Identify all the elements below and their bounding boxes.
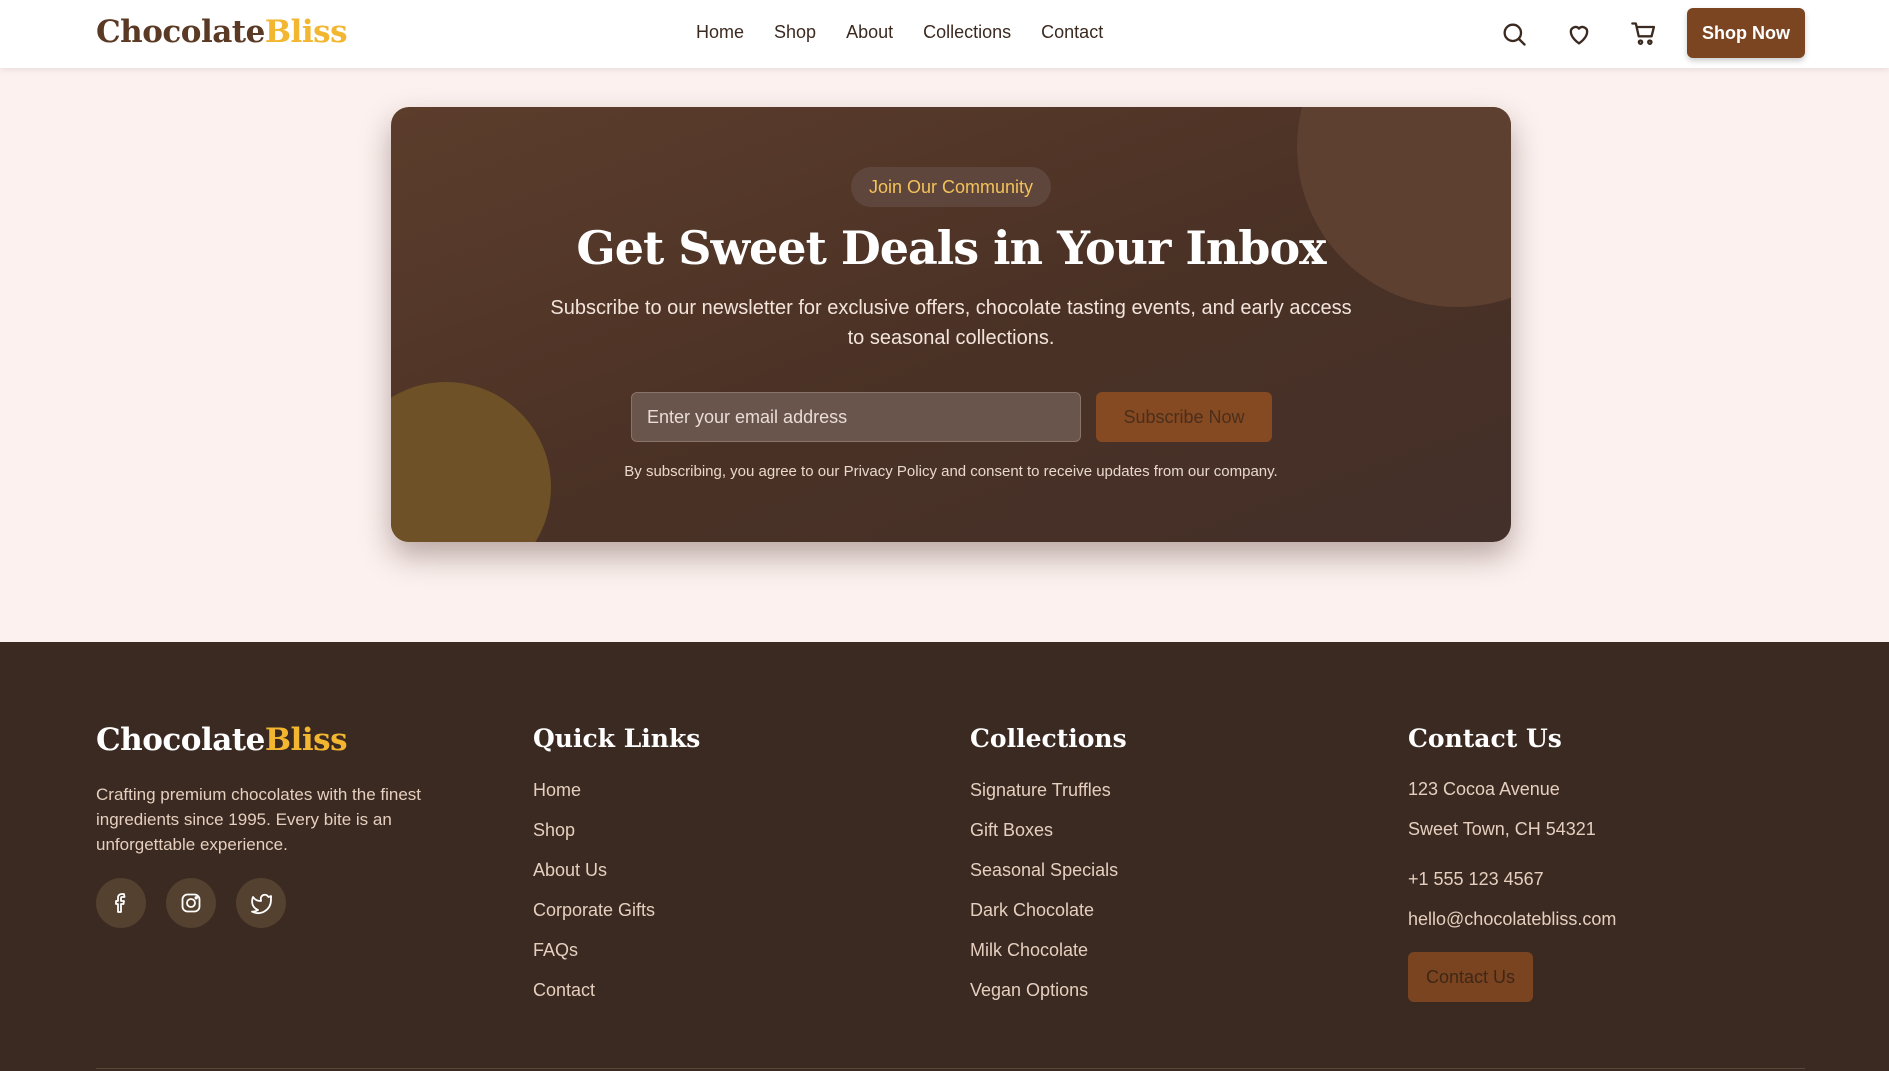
site-header: ChocolateBliss Home Shop About Collectio… [0,0,1889,68]
privacy-notice: By subscribing, you agree to our Privacy… [624,463,1278,480]
nav-link-shop[interactable]: Shop [774,22,816,43]
instagram-icon[interactable] [166,878,216,928]
community-badge: Join Our Community [851,167,1051,207]
nav-link-collections[interactable]: Collections [923,22,1011,43]
logo-text-chocolate: Chocolate [96,14,265,50]
footer-logo-text-chocolate: Chocolate [96,722,265,758]
contact-phone[interactable]: +1 555 123 4567 [1408,869,1544,890]
decorative-circle-bottom [391,382,551,542]
email-placeholder: Enter your email address [647,406,848,427]
footer-link-shop[interactable]: Shop [533,820,655,860]
collections-list: Signature Truffles Gift Boxes Seasonal S… [970,780,1118,1020]
search-icon[interactable] [1500,20,1528,48]
email-input[interactable]: Enter your email address [631,392,1081,442]
address-line-1: 123 Cocoa Avenue [1408,779,1560,799]
address-line-2: Sweet Town, CH 54321 [1408,819,1596,839]
footer-link-vegan-options[interactable]: Vegan Options [970,980,1118,1020]
footer-description: Crafting premium chocolates with the fin… [96,785,422,854]
main-nav: Home Shop About Collections Contact [696,22,1103,43]
footer-link-dark-chocolate[interactable]: Dark Chocolate [970,900,1118,940]
nav-link-contact[interactable]: Contact [1041,22,1103,43]
footer-logo[interactable]: ChocolateBliss [96,722,348,758]
nav-link-about[interactable]: About [846,22,893,43]
logo-text-bliss: Bliss [264,14,348,50]
footer-link-milk-chocolate[interactable]: Milk Chocolate [970,940,1118,980]
footer-divider [96,1068,1805,1069]
footer-link-corporate-gifts[interactable]: Corporate Gifts [533,900,655,940]
footer-logo-text-bliss: Bliss [264,722,348,758]
decorative-circle-top [1297,107,1511,307]
quick-links-heading: Quick Links [533,724,701,753]
quick-links-list: Home Shop About Us Corporate Gifts FAQs … [533,780,655,1020]
site-logo[interactable]: ChocolateBliss [96,14,348,50]
footer-link-gift-boxes[interactable]: Gift Boxes [970,820,1118,860]
heart-icon[interactable] [1565,20,1593,48]
subscribe-button[interactable]: Subscribe Now [1096,392,1272,442]
twitter-icon[interactable] [236,878,286,928]
newsletter-card: Join Our Community Get Sweet Deals in Yo… [391,107,1511,542]
newsletter-title: Get Sweet Deals in Your Inbox [576,221,1326,275]
footer-link-home[interactable]: Home [533,780,655,820]
site-footer: ChocolateBliss Crafting premium chocolat… [0,642,1889,1071]
newsletter-subtitle: Subscribe to our newsletter for exclusiv… [550,297,1352,349]
cart-icon[interactable] [1630,20,1658,48]
contact-email[interactable]: hello@chocolatebliss.com [1408,909,1616,930]
footer-link-signature-truffles[interactable]: Signature Truffles [970,780,1118,820]
contact-us-button[interactable]: Contact Us [1408,952,1533,1002]
footer-link-faqs[interactable]: FAQs [533,940,655,980]
footer-link-about-us[interactable]: About Us [533,860,655,900]
facebook-icon[interactable] [96,878,146,928]
nav-link-home[interactable]: Home [696,22,744,43]
contact-heading: Contact Us [1408,724,1562,753]
footer-link-seasonal-specials[interactable]: Seasonal Specials [970,860,1118,900]
shop-now-button[interactable]: Shop Now [1687,8,1805,58]
footer-link-contact[interactable]: Contact [533,980,655,1020]
collections-heading: Collections [970,724,1127,753]
